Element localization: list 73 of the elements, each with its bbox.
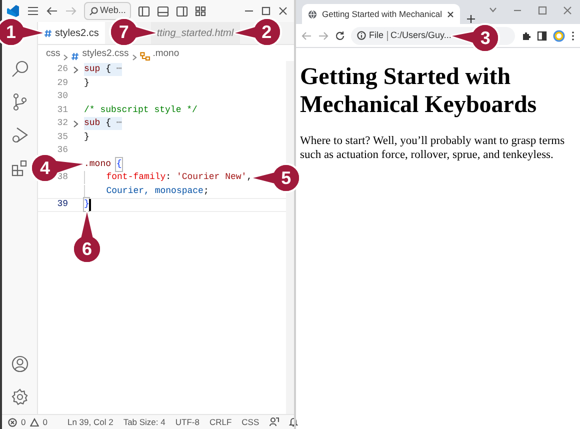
profile-avatar-icon[interactable] — [553, 30, 565, 42]
close-icon[interactable] — [447, 10, 454, 18]
extensions-icon[interactable] — [521, 30, 531, 40]
code-line: /* subscript style */ — [84, 104, 198, 117]
tab-search-chevron-icon[interactable] — [489, 7, 497, 13]
page-paragraph: Where to start? Well, you’ll probably want to grasp terms such as actuation force, rollover, sprue, and tenkeyless. — [300, 135, 566, 163]
account-icon[interactable] — [10, 355, 28, 373]
editor-tab[interactable]: tting_started.html — [150, 22, 240, 44]
reload-icon[interactable] — [335, 30, 345, 40]
status-item[interactable]: Ln 39, Col 2 — [67, 416, 114, 428]
text-cursor — [89, 198, 91, 211]
line-number: 26 — [56, 63, 68, 76]
maximize-icon[interactable] — [261, 6, 271, 16]
more-menu-icon[interactable] — [571, 30, 575, 40]
line-number: 38 — [56, 171, 68, 184]
search-field[interactable]: Web... — [84, 2, 131, 20]
panel-layout-icon[interactable] — [156, 6, 169, 16]
breadcrumb-item[interactable]: .mono — [152, 46, 180, 61]
source-control-icon[interactable] — [10, 93, 28, 111]
code-line: Courier, monospace; — [106, 184, 209, 198]
sidebar-layout-icon[interactable] — [138, 6, 150, 16]
line-number: 35 — [56, 130, 68, 144]
line-number: 36 — [56, 144, 68, 157]
symbol-icon — [140, 52, 150, 61]
fold-chevron-icon[interactable] — [73, 120, 79, 128]
url-text: C:/Users/Guy... — [390, 28, 452, 42]
breadcrumb-item[interactable]: css — [46, 46, 60, 61]
maximize-icon[interactable] — [538, 6, 547, 14]
line-number: 29 — [56, 76, 68, 90]
search-icon[interactable] — [10, 60, 28, 78]
error-icon[interactable] — [8, 418, 17, 426]
page-heading: Getting Started with Mechanical Keyboards — [300, 64, 538, 120]
run-debug-icon[interactable] — [10, 126, 28, 144]
menu-icon[interactable] — [27, 6, 39, 16]
scheme-label: File — [369, 28, 384, 42]
notification-bell-icon[interactable] — [289, 417, 298, 427]
fold-chevron-icon[interactable] — [73, 66, 79, 74]
warning-count[interactable]: 0 — [42, 416, 48, 428]
globe-icon — [308, 10, 317, 18]
info-icon — [357, 31, 366, 40]
hash-icon — [44, 28, 52, 38]
code-line: } — [84, 130, 90, 144]
line-number: 39 — [56, 198, 68, 211]
hash-icon — [71, 52, 80, 61]
chevron-right-icon — [63, 54, 68, 61]
status-item[interactable]: CRLF — [209, 416, 232, 428]
new-tab-icon[interactable] — [466, 14, 476, 24]
line-number: 30 — [56, 90, 68, 103]
breadcrumb-item[interactable]: styles2.css — [82, 46, 129, 61]
status-item[interactable]: CSS — [242, 416, 260, 428]
settings-icon[interactable] — [10, 388, 28, 406]
line-number: 31 — [56, 104, 68, 116]
code-line: font-family: 'Courier New', — [106, 171, 252, 184]
warning-icon[interactable] — [30, 418, 39, 426]
chevron-right-icon — [132, 54, 137, 61]
code-line: .mono { — [84, 158, 122, 171]
secondary-sidebar-layout-icon[interactable] — [176, 6, 188, 16]
error-count[interactable]: 0 — [21, 416, 26, 428]
status-item[interactable]: UTF-8 — [175, 416, 200, 428]
feedback-icon[interactable] — [269, 417, 280, 427]
editor-tab[interactable]: styles2.cs — [38, 22, 105, 44]
close-icon[interactable] — [278, 6, 288, 16]
back-arrow-icon[interactable] — [46, 6, 58, 16]
app-logo-icon — [6, 4, 20, 18]
search-icon — [89, 6, 98, 16]
code-line: } — [84, 76, 90, 90]
side-panel-icon[interactable] — [537, 30, 547, 40]
line-number: 32 — [56, 117, 68, 130]
code-line: } — [84, 198, 90, 212]
extensions-icon[interactable] — [10, 159, 28, 177]
browser-tab[interactable]: Getting Started with Mechanical — [302, 4, 460, 24]
grid-layout-icon[interactable] — [194, 6, 207, 16]
status-item[interactable]: Tab Size: 4 — [123, 416, 166, 428]
